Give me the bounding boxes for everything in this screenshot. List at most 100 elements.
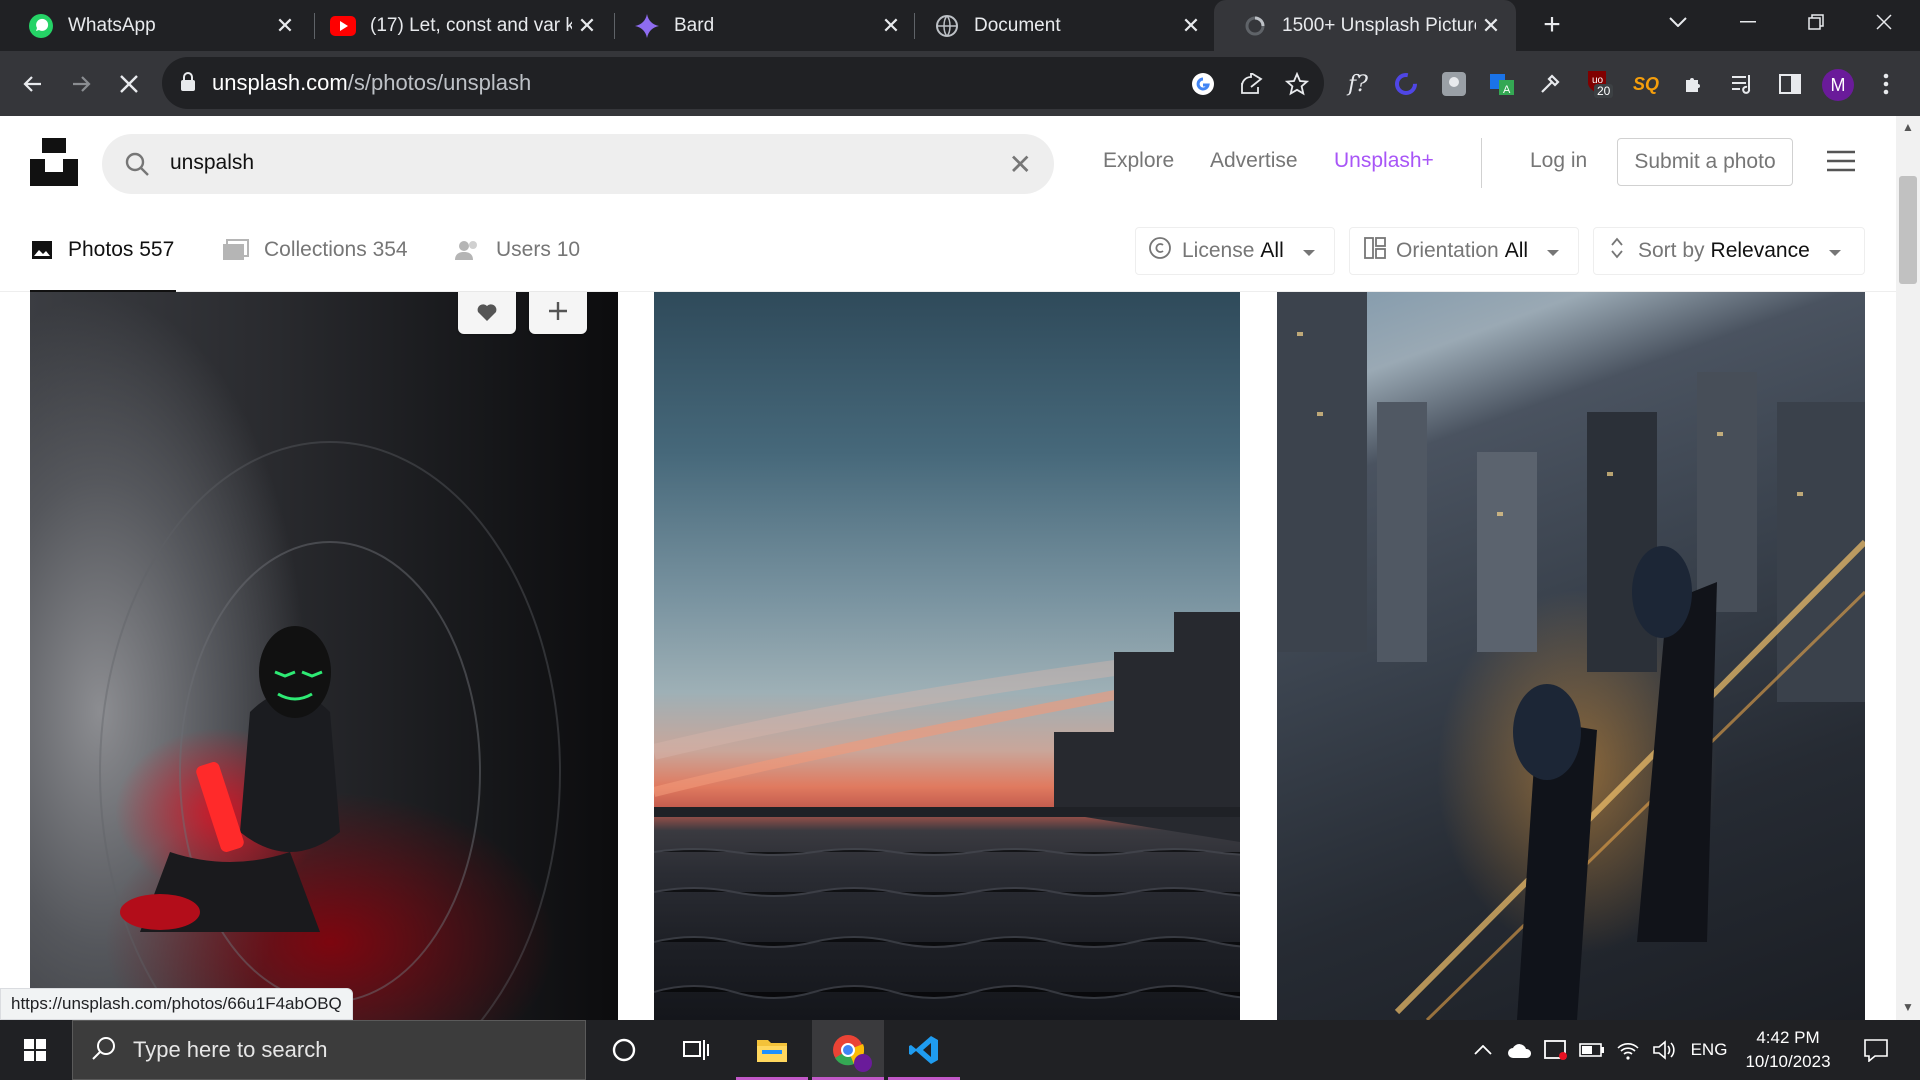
close-tab-icon[interactable]: ✕ xyxy=(876,13,906,39)
forward-button[interactable] xyxy=(62,65,100,103)
vscode-icon[interactable] xyxy=(888,1020,960,1080)
scroll-down-arrow[interactable]: ▼ xyxy=(1900,1000,1916,1016)
function-extension-icon[interactable]: f? xyxy=(1342,68,1374,100)
orientation-icon xyxy=(1364,236,1386,266)
show-hidden-icons-chevron-icon[interactable] xyxy=(1466,1020,1500,1080)
photo-image xyxy=(1277,292,1865,1020)
tab-title: Document xyxy=(974,14,1061,36)
tab-title: Bard xyxy=(674,14,715,36)
lock-icon[interactable] xyxy=(180,72,196,97)
nav-advertise[interactable]: Advertise xyxy=(1210,149,1298,173)
svg-text:A: A xyxy=(1503,84,1511,96)
chrome-menu-icon[interactable] xyxy=(1870,68,1902,100)
photo-card-2[interactable] xyxy=(654,292,1240,1020)
submit-photo-button[interactable]: Submit a photo xyxy=(1617,138,1793,186)
clock-date: 10/10/2023 xyxy=(1745,1052,1831,1071)
profile-avatar[interactable]: M xyxy=(1822,69,1854,101)
orientation-filter[interactable]: Orientation All xyxy=(1349,227,1579,275)
bookmark-star-icon[interactable] xyxy=(1282,69,1312,99)
wifi-icon[interactable] xyxy=(1610,1020,1646,1080)
volume-icon[interactable] xyxy=(1646,1020,1682,1080)
photo-card-1[interactable] xyxy=(30,292,618,1020)
taskbar-search-box[interactable]: Type here to search xyxy=(72,1020,586,1080)
nav-explore[interactable]: Explore xyxy=(1103,149,1174,173)
restore-button[interactable] xyxy=(1782,0,1850,44)
security-shield-icon[interactable] xyxy=(1538,1020,1574,1080)
tab-photos-count: 557 xyxy=(139,238,175,261)
bard-icon xyxy=(634,13,660,39)
windows-start-button[interactable] xyxy=(0,1020,70,1080)
tab-photos-label: Photos xyxy=(68,238,134,261)
license-label: License xyxy=(1182,239,1255,262)
login-link[interactable]: Log in xyxy=(1530,149,1587,173)
close-tab-icon[interactable]: ✕ xyxy=(1476,13,1506,39)
address-bar[interactable]: unsplash.com/s/photos/unsplash xyxy=(162,57,1324,109)
side-panel-icon[interactable] xyxy=(1774,68,1806,100)
cortana-icon[interactable] xyxy=(588,1020,660,1080)
extensions-puzzle-icon[interactable] xyxy=(1678,68,1710,100)
sort-value: Relevance xyxy=(1710,239,1810,262)
stop-loading-button[interactable] xyxy=(110,65,148,103)
tab-users-count: 10 xyxy=(556,238,581,261)
orientation-label: Orientation xyxy=(1396,239,1499,262)
photo-image xyxy=(99,441,561,1020)
tab-bard[interactable]: Bard ✕ xyxy=(606,0,916,51)
close-tab-icon[interactable]: ✕ xyxy=(1176,13,1206,39)
search-bar[interactable]: unspalsh ✕ xyxy=(102,134,1054,194)
tab-users-label: Users xyxy=(496,238,551,261)
tab-collections[interactable]: Collections 354 xyxy=(222,238,408,292)
scroll-thumb[interactable] xyxy=(1899,176,1917,284)
add-to-collection-button[interactable] xyxy=(529,292,587,334)
eyedropper-extension-icon[interactable] xyxy=(1534,68,1566,100)
chrome-profile-badge xyxy=(854,1054,872,1072)
header-divider xyxy=(1481,138,1482,188)
tab-search-icon[interactable] xyxy=(1644,0,1712,44)
hamburger-menu-icon[interactable] xyxy=(1826,150,1856,172)
image-extension-icon[interactable] xyxy=(1438,68,1470,100)
onedrive-cloud-icon[interactable] xyxy=(1502,1020,1538,1080)
task-view-icon[interactable] xyxy=(660,1020,732,1080)
system-clock[interactable]: 4:42 PM 10/10/2023 xyxy=(1725,1026,1851,1074)
share-icon[interactable] xyxy=(1236,69,1266,99)
battery-icon[interactable] xyxy=(1574,1020,1610,1080)
back-button[interactable] xyxy=(14,65,52,103)
like-button[interactable] xyxy=(458,292,516,334)
search-icon[interactable] xyxy=(124,151,150,182)
photo-card-3[interactable] xyxy=(1277,292,1865,1020)
youtube-icon xyxy=(330,13,356,39)
tab-document[interactable]: Document ✕ xyxy=(906,0,1216,51)
photo-image xyxy=(654,612,1240,999)
tab-youtube[interactable]: (17) Let, const and var ki ✕ xyxy=(302,0,612,51)
new-tab-button[interactable]: + xyxy=(1534,8,1570,44)
minimize-button[interactable] xyxy=(1714,0,1782,44)
globe-icon xyxy=(934,13,960,39)
close-tab-icon[interactable]: ✕ xyxy=(572,13,602,39)
license-filter[interactable]: License All xyxy=(1135,227,1335,275)
google-lens-icon[interactable] xyxy=(1188,69,1218,99)
scroll-up-arrow[interactable]: ▲ xyxy=(1900,120,1916,136)
notification-center-icon[interactable] xyxy=(1846,1020,1906,1080)
tab-whatsapp[interactable]: WhatsApp ✕ xyxy=(0,0,310,51)
close-window-button[interactable] xyxy=(1850,0,1918,44)
unsplash-header: unspalsh ✕ Explore Advertise Unsplash+ L… xyxy=(0,116,1896,292)
clear-search-icon[interactable]: ✕ xyxy=(1009,148,1032,181)
tab-photos[interactable]: Photos 557 xyxy=(30,238,176,292)
chrome-taskbar-icon[interactable] xyxy=(812,1020,884,1080)
media-controls-icon[interactable] xyxy=(1726,68,1758,100)
orientation-value: All xyxy=(1504,239,1529,262)
unsplash-logo-icon[interactable] xyxy=(30,138,78,186)
caret-down-icon xyxy=(1302,239,1316,263)
windows-taskbar: Type here to search ENG 4:42 PM 10/10/20… xyxy=(0,1020,1920,1080)
sq-extension-icon[interactable]: SQ xyxy=(1630,68,1662,100)
tab-users[interactable]: Users 10 xyxy=(454,238,580,292)
ublock-extension-icon[interactable]: uo 20 xyxy=(1582,68,1614,100)
tab-title: 1500+ Unsplash Pictures xyxy=(1282,14,1476,36)
sort-filter[interactable]: Sort by Relevance xyxy=(1593,227,1865,275)
file-explorer-icon[interactable] xyxy=(736,1020,808,1080)
blue-c-extension-icon[interactable] xyxy=(1390,68,1422,100)
nav-unsplash-plus[interactable]: Unsplash+ xyxy=(1334,149,1434,173)
tab-unsplash[interactable]: 1500+ Unsplash Pictures ✕ xyxy=(1214,0,1516,51)
translate-extension-icon[interactable]: A xyxy=(1486,68,1518,100)
search-input[interactable]: unspalsh xyxy=(170,151,254,175)
close-tab-icon[interactable]: ✕ xyxy=(270,13,300,39)
